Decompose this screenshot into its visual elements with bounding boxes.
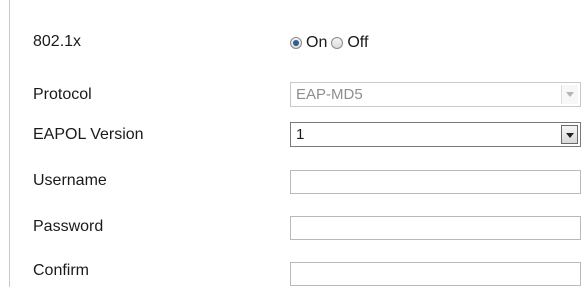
password-label: Password xyxy=(33,218,104,235)
eapol-version-dropdown-button[interactable] xyxy=(561,125,578,144)
protocol-select-value: EAP-MD5 xyxy=(296,86,363,103)
protocol-row: Protocol EAP-MD5 xyxy=(0,82,584,122)
eapol-version-row: EAPOL Version 1 xyxy=(0,122,584,162)
eapol-version-select-value: 1 xyxy=(296,126,305,143)
dot1x-on-radio[interactable] xyxy=(290,37,302,49)
dot1x-off-radio[interactable] xyxy=(331,37,344,49)
dot1x-off-label[interactable]: Off xyxy=(347,34,368,52)
eapol-version-select[interactable]: 1 xyxy=(290,122,581,147)
eapol-version-label: EAPOL Version xyxy=(33,126,144,143)
protocol-dropdown-button[interactable] xyxy=(561,85,578,104)
username-row: Username xyxy=(0,170,584,210)
password-row: Password xyxy=(0,216,584,256)
protocol-select[interactable]: EAP-MD5 xyxy=(290,82,581,107)
dot1x-radio-group: On Off xyxy=(290,30,372,56)
dot1x-row: 802.1x On Off xyxy=(0,30,584,70)
chevron-down-icon xyxy=(566,133,574,138)
dot1x-on-label[interactable]: On xyxy=(306,34,327,52)
confirm-password-input[interactable] xyxy=(290,262,581,286)
confirm-row: Confirm xyxy=(0,262,584,302)
dot1x-label: 802.1x xyxy=(33,33,82,50)
protocol-label: Protocol xyxy=(33,86,92,103)
chevron-down-icon xyxy=(566,92,574,97)
password-input[interactable] xyxy=(290,216,581,240)
confirm-label: Confirm xyxy=(33,262,90,279)
username-input[interactable] xyxy=(290,170,581,194)
username-label: Username xyxy=(33,172,107,189)
